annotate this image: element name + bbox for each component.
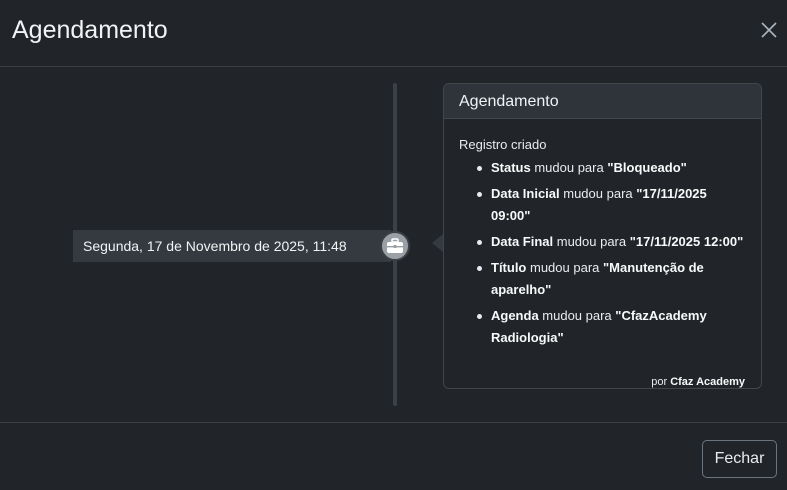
change-text: mudou para bbox=[553, 234, 630, 249]
card-header: Agendamento bbox=[444, 84, 761, 119]
change-text: mudou para bbox=[538, 308, 616, 323]
list-item: Data Inicial mudou para "17/11/2025 09:0… bbox=[477, 183, 746, 227]
modal-body: Segunda, 17 de Novembro de 2025, 11:48 A… bbox=[0, 68, 787, 422]
card-author: por Cfaz Academy bbox=[651, 376, 745, 388]
change-field: Data Inicial bbox=[491, 186, 560, 201]
close-icon bbox=[761, 22, 777, 38]
briefcase-icon bbox=[387, 238, 403, 253]
change-text: mudou para bbox=[559, 186, 637, 201]
change-field: Agenda bbox=[491, 308, 539, 323]
change-field: Status bbox=[491, 160, 531, 175]
timeline-date-label: Segunda, 17 de Novembro de 2025, 11:48 bbox=[73, 230, 391, 262]
change-text: mudou para bbox=[526, 260, 603, 275]
modal-footer: Fechar bbox=[0, 422, 787, 490]
timeline-card: Agendamento Registro criado Status mudou… bbox=[443, 83, 762, 389]
card-intro: Registro criado bbox=[459, 137, 547, 152]
change-value: "Bloqueado" bbox=[607, 160, 687, 175]
change-field: Data Final bbox=[491, 234, 554, 249]
close-button[interactable] bbox=[759, 20, 779, 40]
change-value: "17/11/2025 12:00" bbox=[629, 234, 744, 249]
change-list: Status mudou para "Bloqueado" Data Inici… bbox=[459, 157, 746, 349]
card-pointer bbox=[432, 234, 443, 252]
change-field: Título bbox=[491, 260, 527, 275]
change-text: mudou para bbox=[530, 160, 608, 175]
card-body: Registro criado Status mudou para "Bloqu… bbox=[444, 119, 761, 349]
list-item: Status mudou para "Bloqueado" bbox=[477, 157, 746, 179]
timeline-badge bbox=[380, 231, 410, 261]
list-item: Data Final mudou para "17/11/2025 12:00" bbox=[477, 231, 746, 253]
modal-title: Agendamento bbox=[12, 16, 168, 44]
list-item: Agenda mudou para "CfazAcademy Radiologi… bbox=[477, 305, 746, 349]
list-item: Título mudou para "Manutenção de aparelh… bbox=[477, 257, 746, 301]
author-prefix: por bbox=[651, 376, 671, 388]
close-modal-button[interactable]: Fechar bbox=[702, 440, 777, 478]
modal-header: Agendamento bbox=[0, 0, 787, 67]
author-name: Cfaz Academy bbox=[670, 376, 745, 388]
